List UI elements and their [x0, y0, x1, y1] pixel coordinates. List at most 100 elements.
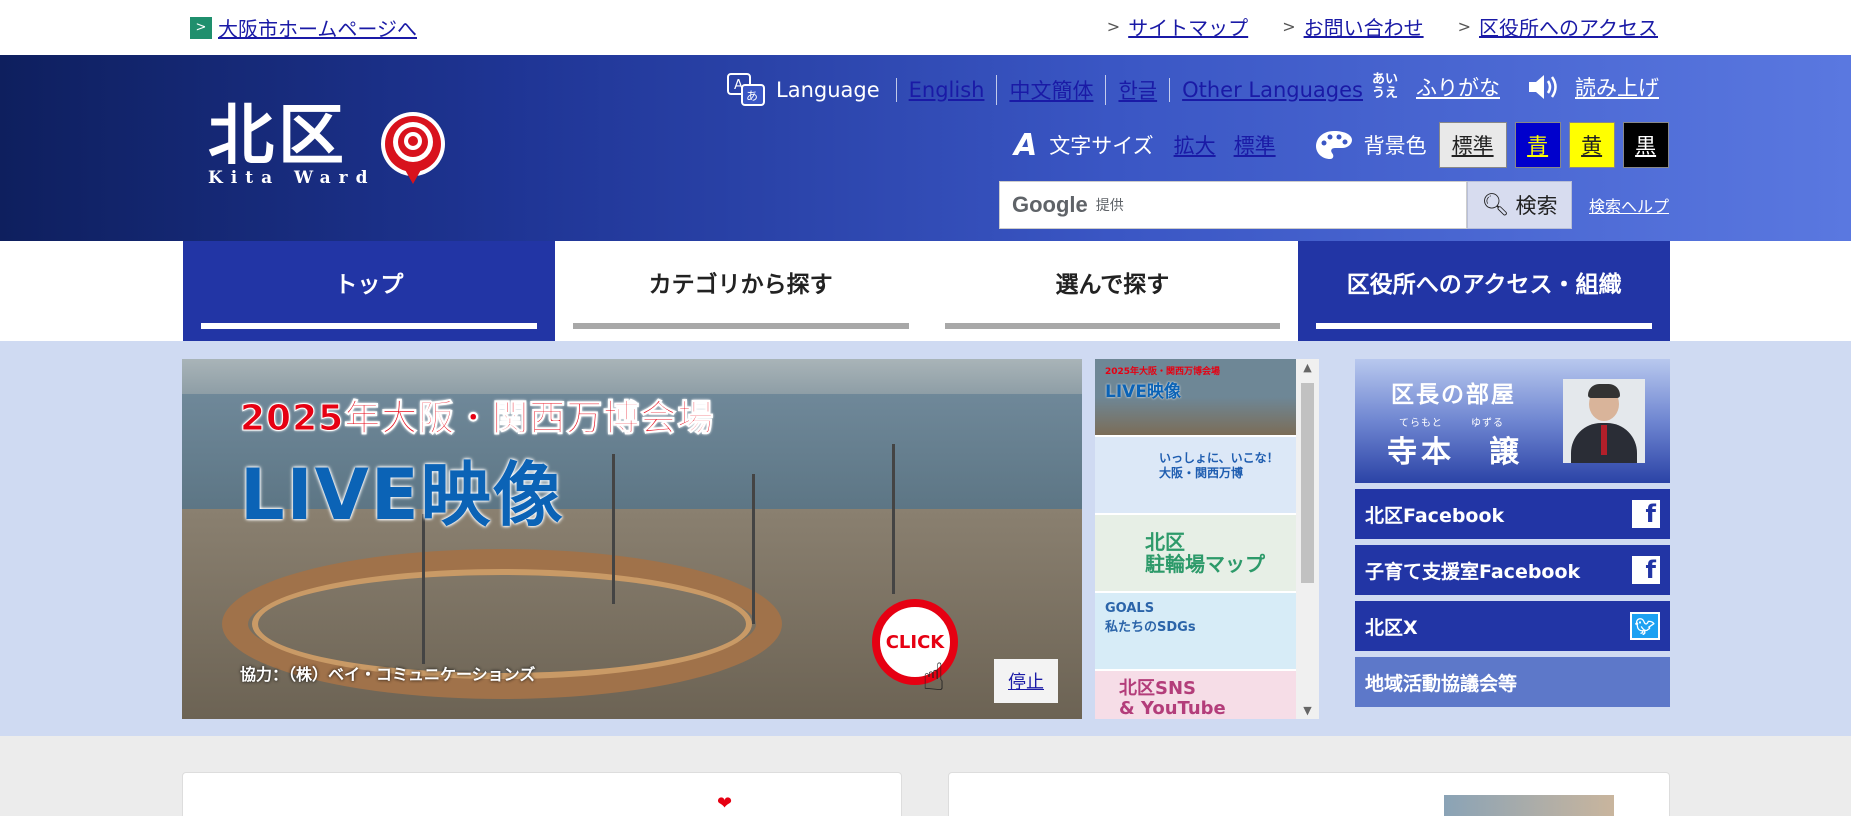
- nav-top[interactable]: トップ: [183, 241, 555, 341]
- ward-office-access-link[interactable]: > 区役所へのアクセス: [1458, 12, 1658, 41]
- svg-text:あ: あ: [746, 89, 758, 103]
- thumbnail-expo-live[interactable]: 2025年大阪・関西万博会場 LIVE映像: [1095, 359, 1296, 435]
- mayor-room-title: 区長の部屋: [1391, 382, 1516, 408]
- twitter-icon: 🐦︎: [1630, 612, 1660, 640]
- kita-x-link[interactable]: 北区X 🐦︎: [1355, 601, 1670, 651]
- text-size-icon: A: [1014, 127, 1038, 163]
- site-search: Google 提供 🔍︎ 検索: [999, 181, 1572, 229]
- read-aloud-label: 読み上げ: [1575, 76, 1659, 100]
- search-help-link[interactable]: 検索ヘルプ: [1589, 193, 1669, 217]
- bg-black-button[interactable]: 黒: [1622, 122, 1669, 168]
- search-button-label: 検索: [1515, 195, 1558, 218]
- card-photo: [1444, 795, 1614, 816]
- search-button[interactable]: 🔍︎ 検索: [1467, 181, 1572, 229]
- bg-yellow-button[interactable]: 黄: [1568, 122, 1615, 168]
- kita-facebook-link[interactable]: 北区Facebook f: [1355, 489, 1670, 539]
- text-size-and-bg-row: A 文字サイズ 拡大 標準 背景色 標準 青 黄 黒: [1014, 122, 1677, 168]
- google-logo: Google: [1012, 192, 1088, 217]
- nav-top-label: トップ: [334, 272, 404, 298]
- scrollbar-thumb[interactable]: [1301, 383, 1314, 583]
- thumbnail-sns-youtube[interactable]: 北区SNS & YouTube: [1095, 671, 1296, 719]
- thumbnail-text: 北区 駐輪場マップ: [1145, 530, 1265, 576]
- mayor-room-banner[interactable]: 区長の部屋 てらもと ゆずる 寺本 譲: [1355, 359, 1670, 483]
- thumbnail-text: GOALS 私たちのSDGs: [1105, 601, 1196, 635]
- chevron-right-icon: >: [1457, 17, 1471, 36]
- bg-color-label: 背景色: [1363, 134, 1427, 158]
- slider-stop-button[interactable]: 停止: [994, 659, 1058, 703]
- lang-korean-link[interactable]: 한글: [1105, 75, 1169, 105]
- thumbnail-scrollbar[interactable]: ▲ ▼: [1296, 359, 1319, 719]
- logo-roman: Kita Ward: [208, 168, 376, 188]
- content-card-left: ❤: [182, 772, 902, 816]
- sitemap-link[interactable]: > サイトマップ: [1107, 12, 1248, 41]
- community-council-label: 地域活動協議会等: [1365, 672, 1518, 695]
- lang-english-link[interactable]: English: [895, 78, 997, 102]
- search-icon: 🔍︎: [1481, 192, 1510, 217]
- slide-subheadline: LIVE映像: [240, 454, 565, 536]
- slide-credit: 協力：（株）ベイ・コミュニケーションズ: [240, 665, 536, 684]
- thumbnail-expo-promo[interactable]: いっしょに、いこな！ 大阪・関西万博: [1095, 437, 1296, 513]
- childcare-facebook-link[interactable]: 子育て支援室Facebook f: [1355, 545, 1670, 595]
- thumbnail-sdgs[interactable]: GOALS 私たちのSDGs: [1095, 593, 1296, 669]
- facebook-icon: f: [1632, 500, 1660, 528]
- kita-facebook-label: 北区Facebook: [1365, 504, 1505, 527]
- thumbnail-line1: 2025年大阪・関西万博会場: [1105, 367, 1221, 377]
- slider-thumbnails: 2025年大阪・関西万博会場 LIVE映像 いっしょに、いこな！ 大阪・関西万博 …: [1095, 359, 1319, 719]
- top-links: > サイトマップ > お問い合わせ > 区役所へのアクセス: [1107, 12, 1658, 41]
- chevron-right-icon: >: [1106, 17, 1121, 36]
- read-aloud-button[interactable]: 読み上げ: [1527, 72, 1659, 102]
- sitemap-label: サイトマップ: [1128, 16, 1249, 40]
- speaker-icon: [1529, 75, 1557, 99]
- text-size-label: 文字サイズ: [1049, 134, 1154, 158]
- palette-icon: [1315, 131, 1352, 159]
- translate-icon: A あ: [727, 73, 765, 106]
- bg-standard-button[interactable]: 標準: [1438, 122, 1507, 168]
- search-provider-label: 提供: [1095, 198, 1124, 214]
- contact-link[interactable]: > お問い合わせ: [1282, 12, 1423, 41]
- scroll-down-icon[interactable]: ▼: [1296, 704, 1319, 717]
- mayor-photo: [1563, 379, 1645, 463]
- bg-blue-button[interactable]: 青: [1514, 122, 1561, 168]
- top-utility-bar: > 大阪市ホームページへ > サイトマップ > お問い合わせ > 区役所へのアク…: [0, 0, 1851, 55]
- osaka-city-home-link[interactable]: > 大阪市ホームページへ: [190, 13, 417, 42]
- nav-category-label: カテゴリから探す: [648, 272, 833, 298]
- contact-label: お問い合わせ: [1303, 16, 1424, 40]
- thumbnail-text: 北区SNS & YouTube: [1119, 678, 1226, 719]
- nav-choose-label: 選んで探す: [1055, 272, 1170, 298]
- nav-underline: [944, 323, 1281, 329]
- scroll-up-icon[interactable]: ▲: [1296, 361, 1319, 374]
- main-slider[interactable]: 2025年大阪・関西万博会場 LIVE映像 協力：（株）ベイ・コミュニケーション…: [182, 359, 1082, 719]
- community-council-link[interactable]: 地域活動協議会等: [1355, 657, 1670, 707]
- language-label: Language: [776, 78, 880, 102]
- main-nav: トップ カテゴリから探す 選んで探す 区役所へのアクセス・組織: [183, 241, 1670, 341]
- facebook-icon: f: [1632, 556, 1660, 584]
- lang-chinese-link[interactable]: 中文簡体: [996, 75, 1105, 105]
- nav-choose[interactable]: 選んで探す: [926, 241, 1299, 341]
- chevron-right-icon: >: [1282, 17, 1296, 36]
- nav-category[interactable]: カテゴリから探す: [554, 241, 927, 341]
- kita-x-label: 北区X: [1365, 616, 1418, 639]
- slide-cranes: [612, 454, 615, 604]
- right-sidebar: 区長の部屋 てらもと ゆずる 寺本 譲 北区Facebook f 子育て支援室F…: [1355, 359, 1670, 707]
- nav-underline: [1316, 323, 1652, 329]
- nav-underline: [572, 323, 909, 329]
- text-size-enlarge-link[interactable]: 拡大: [1174, 130, 1216, 160]
- osaka-city-home-label: 大阪市ホームページへ: [218, 17, 417, 41]
- childcare-facebook-label: 子育て支援室Facebook: [1365, 560, 1581, 583]
- thumbnail-line2: LIVE映像: [1105, 382, 1181, 402]
- lang-other-link[interactable]: Other Languages: [1169, 78, 1375, 102]
- kita-ward-logo[interactable]: 北区 Kita Ward: [208, 100, 376, 188]
- thumbnail-text: いっしょに、いこな！ 大阪・関西万博: [1159, 451, 1279, 480]
- heart-icon: ❤: [717, 793, 733, 814]
- nav-access-organization-label: 区役所へのアクセス・組織: [1346, 272, 1622, 298]
- furigana-icon: あいうえ: [1372, 72, 1399, 101]
- nav-access-organization[interactable]: 区役所へのアクセス・組織: [1298, 241, 1670, 341]
- text-size-standard-link[interactable]: 標準: [1234, 130, 1276, 160]
- furigana-toggle[interactable]: あいうえ ふりがな: [1372, 72, 1500, 102]
- thumbnail-bicycle-parking-map[interactable]: 北区 駐輪場マップ: [1095, 515, 1296, 591]
- search-input[interactable]: Google 提供: [999, 181, 1467, 229]
- nav-underline: [201, 323, 537, 329]
- pointer-hand-icon: ☝: [922, 655, 946, 699]
- slide-headline: 2025年大阪・関西万博会場: [239, 398, 715, 440]
- language-row: A あ Language English 中文簡体 한글 Other Langu…: [726, 72, 1375, 108]
